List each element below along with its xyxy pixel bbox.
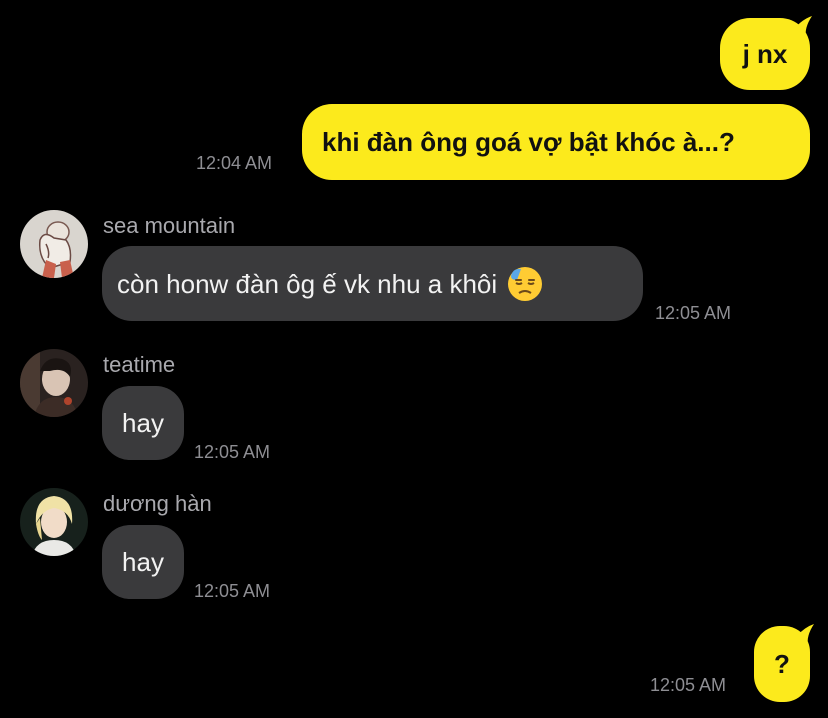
bubble-tail (792, 624, 814, 646)
message-timestamp: 12:04 AM (196, 153, 273, 173)
message-text: còn honw đàn ôg ế vk nhu a khôi (117, 268, 498, 299)
bubble-tail (790, 16, 812, 38)
message-timestamp: 12:05 AM (194, 581, 271, 601)
avatar-teatime[interactable] (20, 349, 88, 417)
sender-name: teatime (103, 352, 176, 377)
avatar-image (20, 210, 88, 278)
avatar-image (20, 488, 88, 556)
sender-name: sea mountain (103, 213, 236, 238)
message-bubble-incoming[interactable]: hay (102, 525, 184, 599)
message-timestamp: 12:05 AM (655, 303, 732, 323)
message-timestamp: 12:05 AM (194, 442, 271, 462)
downcast-face-with-sweat-emoji (508, 266, 543, 301)
message-text: ? (774, 649, 790, 679)
message-text: hay (122, 408, 164, 438)
message-bubble-incoming[interactable]: hay (102, 386, 184, 460)
avatar-duong-han[interactable] (20, 488, 88, 556)
message-bubble-incoming[interactable]: còn honw đàn ôg ế vk nhu a khôi (102, 246, 643, 321)
avatar-sea-mountain[interactable] (20, 210, 88, 278)
message-text: j nx (742, 39, 788, 69)
message-timestamp: 12:05 AM (650, 675, 727, 695)
avatar-image (20, 349, 88, 417)
sender-name: dương hàn (103, 491, 212, 516)
message-text: khi đàn ông goá vợ bật khóc à...? (322, 127, 735, 157)
message-bubble-outgoing[interactable]: khi đàn ông goá vợ bật khóc à...? (302, 104, 810, 180)
message-text: hay (122, 547, 164, 577)
